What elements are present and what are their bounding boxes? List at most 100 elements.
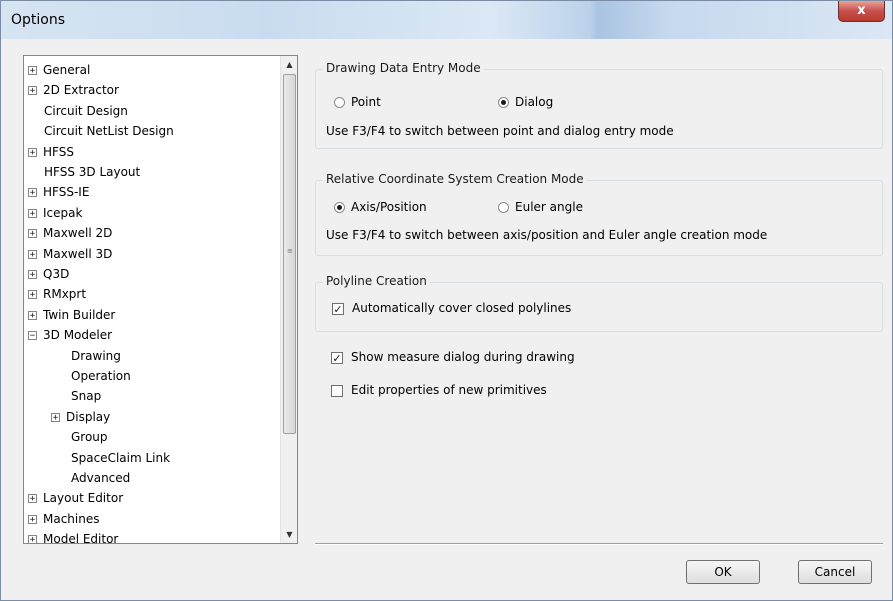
tree-item[interactable]: Operation (71, 367, 131, 386)
tree-item-label: Layout Editor (43, 491, 124, 506)
tree-item[interactable]: + Layout Editor (28, 489, 123, 508)
drawing-entry-hint: Use F3/F4 to switch between point and di… (326, 124, 674, 138)
tree-item[interactable]: + Model Editor (28, 530, 119, 544)
tree-item[interactable]: Circuit NetList Design (44, 122, 174, 141)
relative-cs-mode-legend: Relative Coordinate System Creation Mode (323, 172, 587, 186)
edit-properties-checkbox[interactable]: Edit properties of new primitives (331, 383, 547, 397)
ok-button[interactable]: OK (686, 560, 760, 584)
auto-cover-polylines-checkbox[interactable]: ✓ Automatically cover closed polylines (332, 301, 571, 315)
tree-item[interactable]: Advanced (71, 469, 130, 488)
tree-item-label: RMxprt (43, 287, 87, 302)
tree-item[interactable]: + Icepak (28, 204, 82, 223)
radio-axis-position[interactable]: Axis/Position (334, 200, 427, 214)
radio-dialog[interactable]: Dialog (498, 95, 553, 109)
tree-item-label: 3D Modeler (43, 328, 113, 343)
auto-cover-polylines-label: Automatically cover closed polylines (352, 301, 572, 315)
expand-icon[interactable]: + (28, 249, 37, 259)
relative-cs-mode-group: Relative Coordinate System Creation Mode… (315, 172, 883, 256)
expand-icon[interactable]: + (28, 229, 37, 239)
close-button[interactable]: x (838, 1, 885, 22)
tree-item-label: Twin Builder (43, 307, 116, 322)
expand-icon[interactable]: + (28, 66, 37, 76)
tree-item[interactable]: −3D Modeler (28, 326, 112, 345)
tree-item[interactable]: Drawing (71, 347, 121, 366)
tree-item-label: General (43, 63, 91, 77)
tree-item[interactable]: Group (71, 428, 108, 447)
expand-icon[interactable]: + (51, 412, 60, 422)
tree-item[interactable]: + Display (51, 408, 110, 427)
radio-dialog-indicator[interactable] (498, 97, 509, 108)
close-icon: x (857, 3, 866, 18)
tree-item[interactable]: + HFSS-IE (28, 183, 89, 202)
show-measure-dialog-checkbox[interactable]: ✓ Show measure dialog during drawing (331, 350, 575, 364)
expand-icon[interactable]: + (28, 535, 37, 543)
tree-item[interactable]: Snap (71, 387, 101, 406)
tree-item-label: Snap (71, 389, 102, 404)
tree-item-label: Maxwell 3D (43, 246, 113, 261)
expand-icon[interactable]: + (28, 494, 37, 504)
title-bar[interactable]: Options x (1, 1, 892, 39)
expand-icon[interactable]: + (28, 188, 37, 198)
polyline-creation-legend: Polyline Creation (323, 274, 430, 288)
tree-item-label: Model Editor (43, 532, 119, 544)
expand-icon[interactable]: + (28, 310, 37, 320)
scroll-grip-icon: ≡ (287, 247, 293, 255)
tree-item-label: Icepak (43, 205, 83, 220)
tree-item-label: Group (71, 430, 108, 445)
checkbox-unchecked[interactable] (331, 384, 343, 397)
tree-item-label: HFSS (43, 144, 74, 159)
window-title: Options (11, 12, 66, 28)
tree-item[interactable]: + HFSS (28, 143, 74, 162)
expand-icon[interactable]: + (28, 290, 37, 300)
relative-cs-hint: Use F3/F4 to switch between axis/positio… (326, 228, 768, 242)
radio-axis-position-label: Axis/Position (351, 200, 427, 214)
cancel-button[interactable]: Cancel (798, 560, 872, 584)
radio-dialog-label: Dialog (515, 95, 554, 109)
tree-item-label: 2D Extractor (43, 83, 119, 98)
tree-item-label: HFSS-IE (43, 185, 90, 200)
tree-item[interactable]: + General (28, 61, 90, 80)
checkmark-icon[interactable]: ✓ (332, 302, 344, 315)
expand-icon[interactable]: + (28, 270, 37, 280)
tree-scrollbar[interactable]: ▲ ≡ ▼ (280, 56, 297, 543)
radio-point-label: Point (351, 95, 381, 109)
footer-separator (315, 543, 883, 545)
expand-icon[interactable]: + (28, 208, 37, 218)
radio-point-indicator[interactable] (334, 97, 345, 108)
expand-icon[interactable]: + (28, 147, 37, 157)
options-tree[interactable]: + General +2D Extractor Circuit Design Circu… (23, 55, 298, 544)
tree-item-label: Display (66, 409, 111, 424)
show-measure-dialog-label: Show measure dialog during drawing (351, 350, 575, 364)
drawing-entry-mode-group: Drawing Data Entry Mode Point Dialog Use… (315, 61, 883, 149)
radio-axis-position-indicator[interactable] (334, 202, 345, 213)
tree-item[interactable]: + Twin Builder (28, 306, 115, 325)
radio-euler-angle[interactable]: Euler angle (498, 200, 583, 214)
tree-item[interactable]: +2D Extractor (28, 81, 119, 100)
tree-item[interactable]: HFSS 3D Layout (44, 163, 140, 182)
polyline-creation-group: Polyline Creation ✓ Automatically cover c… (315, 274, 883, 332)
tree-item[interactable]: + RMxprt (28, 285, 86, 304)
tree-item[interactable]: + Maxwell 3D (28, 245, 112, 264)
scrollbar-thumb[interactable]: ≡ (283, 74, 296, 434)
tree-item[interactable]: Circuit Design (44, 102, 128, 121)
expand-icon[interactable]: + (28, 514, 37, 524)
radio-euler-angle-indicator[interactable] (498, 202, 509, 213)
radio-euler-angle-label: Euler angle (515, 200, 583, 214)
tree-item-label: Maxwell 2D (43, 226, 113, 241)
scroll-up-arrow-icon[interactable]: ▲ (281, 56, 297, 73)
collapse-icon[interactable]: − (28, 331, 37, 341)
checkmark-icon[interactable]: ✓ (331, 351, 343, 364)
scroll-down-arrow-icon[interactable]: ▼ (281, 526, 297, 543)
tree-item-label: Advanced (71, 471, 131, 485)
tree-item-label: Operation (71, 369, 131, 383)
tree-item[interactable]: + Q3D (28, 265, 69, 284)
tree-item-label: HFSS 3D Layout (44, 165, 141, 179)
options-dialog: Options x + General +2D Extractor Circuit D… (0, 0, 893, 601)
tree-item-label: Q3D (43, 267, 70, 281)
tree-item-label: Machines (43, 511, 100, 526)
tree-item[interactable]: SpaceClaim Link (71, 449, 170, 468)
radio-point[interactable]: Point (334, 95, 381, 109)
tree-item[interactable]: + Machines (28, 510, 99, 529)
expand-icon[interactable]: + (28, 86, 37, 96)
tree-item[interactable]: + Maxwell 2D (28, 224, 112, 243)
